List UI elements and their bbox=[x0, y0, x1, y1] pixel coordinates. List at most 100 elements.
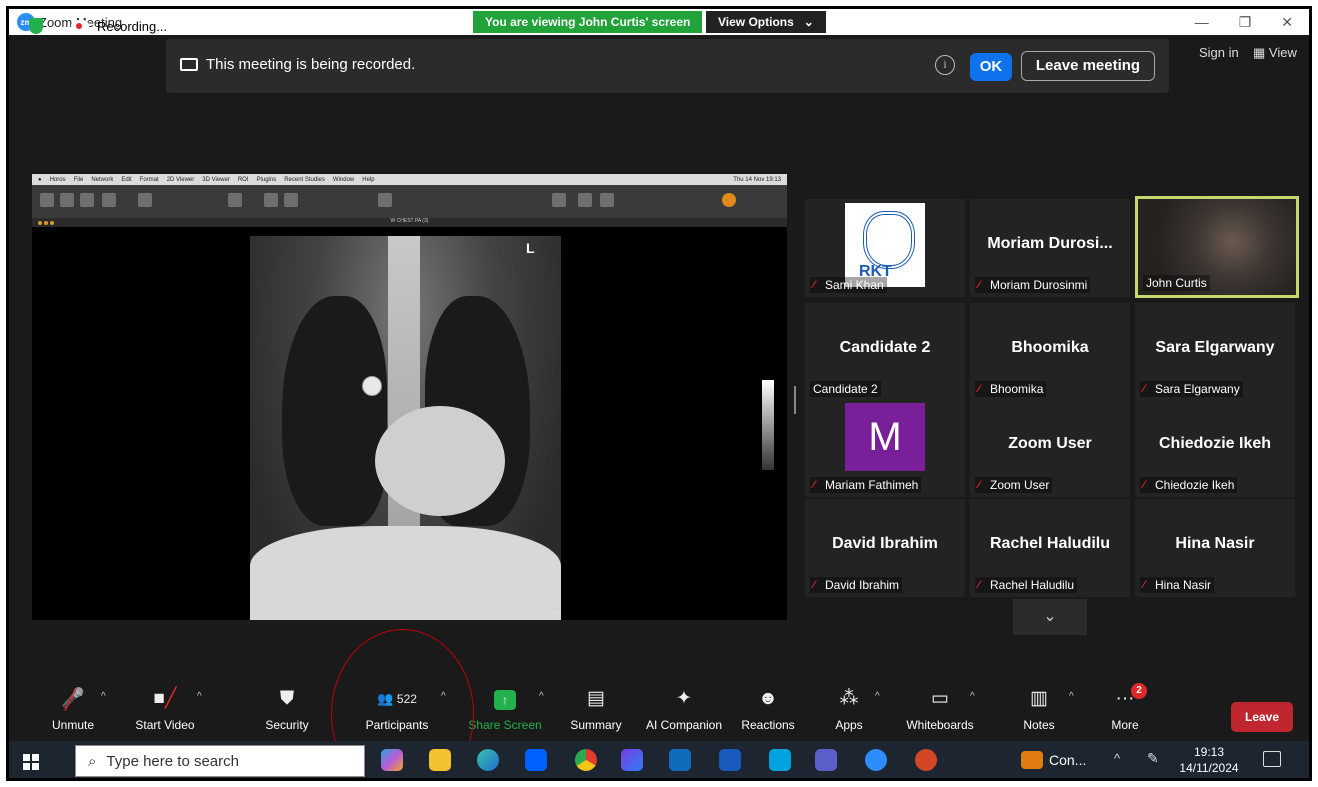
tool-icon bbox=[552, 193, 566, 207]
copilot-app-icon[interactable] bbox=[621, 749, 643, 771]
word-icon[interactable] bbox=[719, 749, 741, 771]
participant-display-name: David Ibrahim bbox=[832, 535, 938, 552]
participant-tile[interactable]: Moriam Durosi... ⁄ Moriam Durosinmi bbox=[970, 199, 1130, 297]
view-button[interactable]: ▦ View bbox=[1253, 45, 1297, 61]
file-explorer-icon[interactable] bbox=[429, 749, 451, 771]
participant-tile[interactable]: ⁄Sami Khan bbox=[805, 199, 965, 297]
recording-cloud-icon[interactable] bbox=[71, 20, 89, 32]
chevron-up-icon[interactable]: ^ bbox=[875, 691, 880, 702]
mic-muted-icon: ⁄ bbox=[978, 279, 980, 291]
participant-name-label: ⁄ Mariam Fathimeh bbox=[810, 477, 922, 493]
participant-name-label: ⁄ Zoom User bbox=[975, 477, 1053, 493]
sparkle-icon: ✦ bbox=[676, 688, 692, 709]
gallery-next-page-button[interactable]: ⌄ bbox=[1013, 599, 1087, 635]
leave-meeting-button[interactable]: Leave meeting bbox=[1021, 51, 1155, 81]
tool-icon bbox=[102, 193, 116, 207]
outlook-icon[interactable] bbox=[669, 749, 691, 771]
participant-tile[interactable]: Bhoomika ⁄ Bhoomika bbox=[970, 303, 1130, 401]
chevron-up-icon[interactable]: ^ bbox=[197, 691, 202, 702]
info-icon[interactable]: i bbox=[935, 55, 955, 75]
pen-icon[interactable]: ✎ bbox=[1147, 750, 1159, 767]
restore-button[interactable]: ❐ bbox=[1239, 14, 1252, 31]
more-dots-icon: ··· bbox=[1115, 688, 1135, 709]
chrome-icon[interactable] bbox=[575, 749, 597, 771]
split-view-handle[interactable] bbox=[794, 386, 796, 414]
powerpoint-icon[interactable] bbox=[915, 749, 937, 771]
whiteboards-button[interactable]: ▭ ^ Whiteboards bbox=[894, 687, 986, 732]
participant-tile[interactable]: M ⁄ Mariam Fathimeh bbox=[805, 399, 965, 497]
participant-display-name: Candidate 2 bbox=[839, 339, 931, 356]
menu-item: Edit bbox=[121, 176, 132, 183]
mic-muted-icon: ⁄ bbox=[813, 579, 815, 591]
unmute-button[interactable]: 🎤 ╱ ^ Unmute bbox=[27, 687, 119, 732]
close-button[interactable]: ✕ bbox=[1281, 14, 1293, 31]
mic-muted-icon: ⁄ bbox=[978, 479, 980, 491]
window-dots bbox=[38, 221, 58, 225]
mic-muted-icon: ⁄ bbox=[1143, 479, 1145, 491]
participant-tile-active-speaker[interactable]: John Curtis bbox=[1135, 196, 1299, 298]
chest-xray-image: L bbox=[250, 236, 561, 620]
chevron-up-icon[interactable]: ^ bbox=[970, 691, 975, 702]
view-options-button[interactable]: View Options ⌄ bbox=[706, 11, 826, 33]
ok-button[interactable]: OK bbox=[970, 53, 1012, 81]
copilot-icon[interactable] bbox=[381, 749, 403, 771]
apple-icon: ● bbox=[38, 176, 42, 183]
tool-icon bbox=[60, 193, 74, 207]
participant-tile[interactable]: Rachel Haludilu ⁄ Rachel Haludilu bbox=[970, 499, 1130, 597]
recording-banner: This meeting is being recorded. i OK Lea… bbox=[166, 39, 1169, 93]
chevron-up-icon[interactable]: ^ bbox=[539, 691, 544, 702]
ribcage-logo-icon bbox=[845, 203, 925, 287]
participant-tile[interactable]: Zoom User ⁄ Zoom User bbox=[970, 399, 1130, 497]
tool-icon bbox=[378, 193, 392, 207]
start-video-button[interactable]: ■╱ ^ Start Video bbox=[119, 687, 211, 732]
recording-label[interactable]: Recording... bbox=[97, 19, 167, 34]
participant-tile[interactable]: Candidate 2 Candidate 2 bbox=[805, 303, 965, 401]
participant-tile[interactable]: Chiedozie Ikeh ⁄ Chiedozie Ikeh bbox=[1135, 399, 1295, 497]
participant-tile[interactable]: Sara Elgarwany ⁄ Sara Elgarwany bbox=[1135, 303, 1295, 401]
participant-avatar: M bbox=[845, 403, 925, 471]
apps-button[interactable]: ⁂ ^ Apps bbox=[803, 687, 895, 732]
xray-heart bbox=[375, 406, 505, 516]
leave-button[interactable]: Leave bbox=[1231, 702, 1293, 732]
sign-in-link[interactable]: Sign in bbox=[1199, 45, 1239, 60]
connection-app-label[interactable]: Con... bbox=[1049, 752, 1086, 768]
participant-name-label: ⁄ David Ibrahim bbox=[810, 577, 903, 593]
participant-tile[interactable]: David Ibrahim ⁄ David Ibrahim bbox=[805, 499, 965, 597]
windows-start-icon[interactable] bbox=[23, 754, 39, 770]
notification-center-icon[interactable] bbox=[1263, 751, 1281, 767]
window-controls: — ❐ ✕ bbox=[1195, 9, 1303, 35]
connection-app-icon[interactable] bbox=[1021, 751, 1043, 769]
participant-name-label: Candidate 2 bbox=[810, 381, 881, 397]
zoom-taskbar-icon[interactable] bbox=[865, 749, 887, 771]
encryption-shield-icon[interactable] bbox=[29, 18, 43, 34]
menu-item: 3D Viewer bbox=[202, 176, 230, 183]
reactions-button[interactable]: ☻ Reactions bbox=[722, 687, 814, 732]
taskbar-search-box[interactable]: ⌕ Type here to search bbox=[75, 745, 365, 777]
menu-item: File bbox=[73, 176, 84, 183]
ai-companion-button[interactable]: ✦ AI Companion bbox=[638, 687, 730, 732]
skype-icon[interactable] bbox=[769, 749, 791, 771]
chevron-up-icon[interactable]: ^ bbox=[101, 691, 106, 702]
more-button[interactable]: ··· 2 More bbox=[1079, 683, 1171, 732]
teams-icon[interactable] bbox=[815, 749, 837, 771]
menu-item: Window bbox=[332, 176, 355, 183]
security-button[interactable]: ⛊ Security bbox=[241, 687, 333, 732]
minimize-button[interactable]: — bbox=[1195, 14, 1209, 30]
smiley-icon: ☻ bbox=[758, 688, 778, 709]
participant-tile[interactable]: Hina Nasir ⁄ Hina Nasir bbox=[1135, 499, 1295, 597]
taskbar-clock[interactable]: 19:13 14/11/2024 bbox=[1179, 744, 1239, 776]
dropbox-icon[interactable] bbox=[525, 749, 547, 771]
summary-button[interactable]: ▤ Summary bbox=[550, 687, 642, 732]
participant-name-label: ⁄ Hina Nasir bbox=[1140, 577, 1215, 593]
chevron-up-icon[interactable]: ^ bbox=[1069, 691, 1074, 702]
share-screen-arrow-icon: ↑ bbox=[494, 690, 516, 710]
edge-icon[interactable] bbox=[477, 749, 499, 771]
search-icon: ⌕ bbox=[88, 752, 97, 770]
apps-icon: ⁂ bbox=[839, 688, 859, 709]
notes-button[interactable]: ▥ ^ Notes bbox=[993, 687, 1085, 732]
tray-chevron-up-icon[interactable]: ^ bbox=[1114, 751, 1120, 766]
xray-side-marker: L bbox=[526, 240, 535, 256]
summary-document-icon: ▤ bbox=[587, 688, 605, 709]
participant-name-label: John Curtis bbox=[1143, 275, 1210, 291]
shared-screen[interactable]: ● Horos File Network Edit Format 2D View… bbox=[32, 174, 787, 620]
